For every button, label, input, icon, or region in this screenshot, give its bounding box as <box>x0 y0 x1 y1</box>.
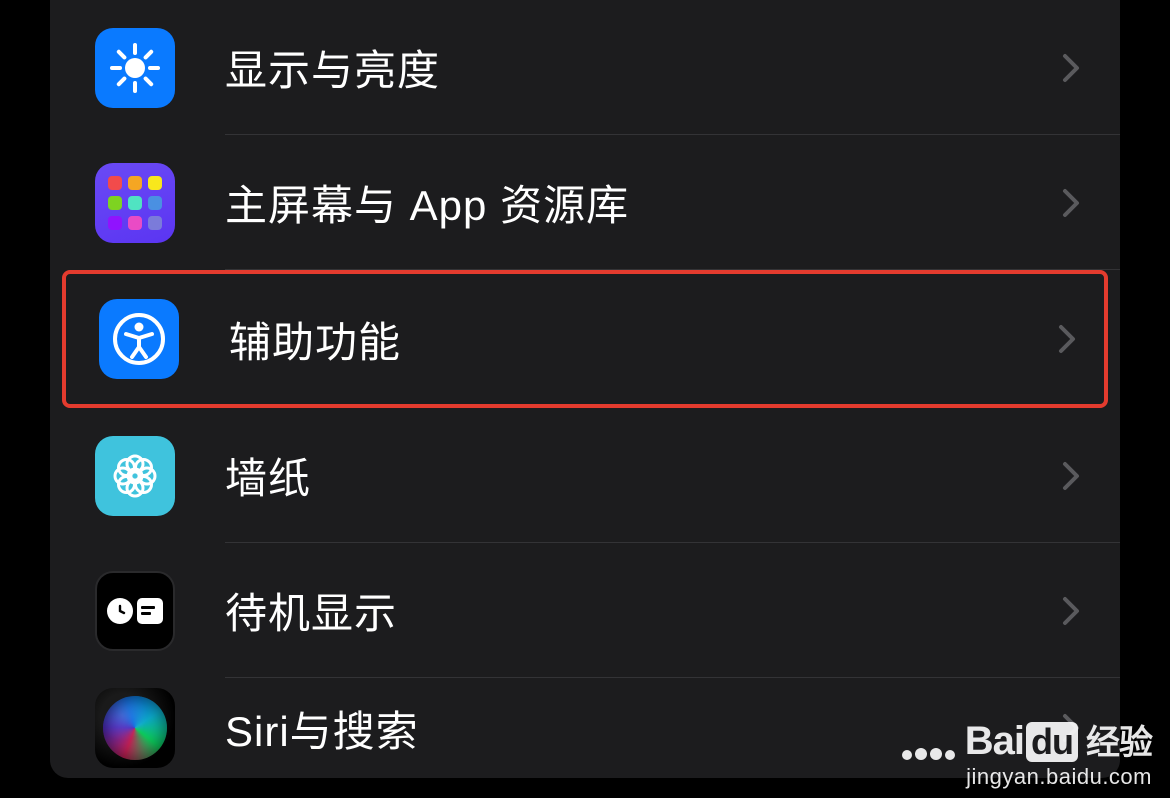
chevron-right-icon <box>1062 596 1080 626</box>
wallpaper-icon <box>95 436 175 516</box>
chevron-right-icon <box>1062 188 1080 218</box>
chevron-right-icon <box>1058 324 1076 354</box>
settings-row-label: 显示与亮度 <box>225 37 1062 98</box>
settings-row-home-screen[interactable]: 主屏幕与 App 资源库 <box>50 135 1120 270</box>
chevron-right-icon <box>1062 461 1080 491</box>
standby-icon <box>95 571 175 651</box>
settings-row-display[interactable]: 显示与亮度 <box>50 0 1120 135</box>
accessibility-icon <box>99 299 179 379</box>
settings-row-label: 主屏幕与 App 资源库 <box>225 172 1062 233</box>
settings-row-label: 墙纸 <box>225 445 1062 506</box>
settings-list: 显示与亮度 主屏幕与 App 资源库 辅助功能 <box>50 0 1120 778</box>
app-grid-icon <box>95 163 175 243</box>
settings-row-standby[interactable]: 待机显示 <box>50 543 1120 678</box>
settings-row-label: 待机显示 <box>225 580 1062 641</box>
brightness-icon <box>95 28 175 108</box>
settings-row-siri[interactable]: Siri与搜索 <box>50 678 1120 778</box>
settings-row-accessibility[interactable]: 辅助功能 <box>62 270 1108 408</box>
chevron-right-icon <box>1062 53 1080 83</box>
chevron-right-icon <box>1062 713 1080 743</box>
settings-row-label: 辅助功能 <box>229 309 1058 370</box>
siri-icon <box>95 688 175 768</box>
settings-row-wallpaper[interactable]: 墙纸 <box>50 408 1120 543</box>
settings-row-label: Siri与搜索 <box>225 698 1062 759</box>
